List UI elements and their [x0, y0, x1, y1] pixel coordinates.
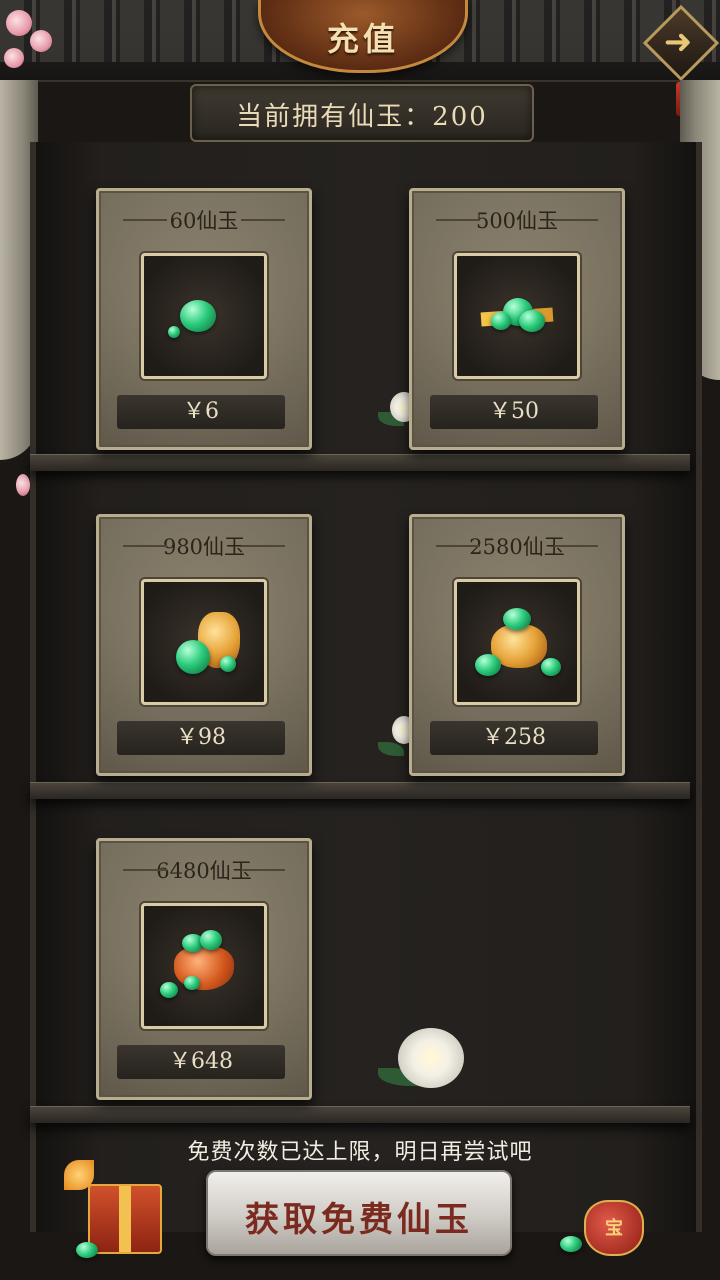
balance-bar: 当前拥有仙玉：200: [190, 84, 534, 142]
jade-decoration: [76, 1242, 98, 1258]
product-card-6480[interactable]: 6480仙玉 ￥648: [96, 838, 312, 1100]
product-card-2580[interactable]: 2580仙玉 ￥258: [409, 514, 625, 776]
shelf: [30, 1106, 690, 1123]
product-name: 500仙玉: [412, 205, 622, 235]
product-card-60[interactable]: 60仙玉 ￥6: [96, 188, 312, 450]
shelf: [30, 782, 690, 799]
product-price: ￥98: [117, 721, 285, 755]
jade-treasure-bag-icon: [454, 579, 580, 705]
product-price: ￥648: [117, 1045, 285, 1079]
product-card-500[interactable]: 500仙玉 ￥50: [409, 188, 625, 450]
page-title: 充值: [326, 20, 399, 58]
blossom-decoration: [16, 474, 30, 496]
get-free-jade-label: 获取免费仙玉: [245, 1200, 473, 1240]
blossom-decoration: [6, 10, 32, 36]
product-price: ￥50: [430, 395, 598, 429]
product-name: 980仙玉: [99, 531, 309, 561]
arrow-right-icon: ➜: [663, 22, 693, 62]
product-name: 6480仙玉: [99, 855, 309, 885]
next-button[interactable]: ➜: [640, 4, 720, 82]
gift-box-icon[interactable]: [88, 1184, 162, 1254]
lotus-flower-decoration: [398, 1028, 464, 1088]
jade-pouch-icon: [141, 579, 267, 705]
jade-treasure-pot-icon: [141, 903, 267, 1029]
treasure-bag-icon[interactable]: 宝: [584, 1200, 644, 1256]
product-card-980[interactable]: 980仙玉 ￥98: [96, 514, 312, 776]
product-price: ￥258: [430, 721, 598, 755]
get-free-jade-button[interactable]: 获取免费仙玉: [206, 1170, 512, 1256]
product-price: ￥6: [117, 395, 285, 429]
shelf: [30, 454, 690, 471]
blossom-decoration: [30, 30, 52, 52]
treasure-label: 宝: [605, 1218, 623, 1239]
jade-decoration: [560, 1236, 582, 1252]
jade-small-icon: [141, 253, 267, 379]
blossom-decoration: [4, 48, 24, 68]
balance-label: 当前拥有仙玉：200: [236, 102, 488, 132]
product-name: 60仙玉: [99, 205, 309, 235]
product-name: 2580仙玉: [412, 531, 622, 561]
jade-pile-icon: [454, 253, 580, 379]
free-limit-notice: 免费次数已达上限，明日再尝试吧: [187, 1140, 533, 1165]
